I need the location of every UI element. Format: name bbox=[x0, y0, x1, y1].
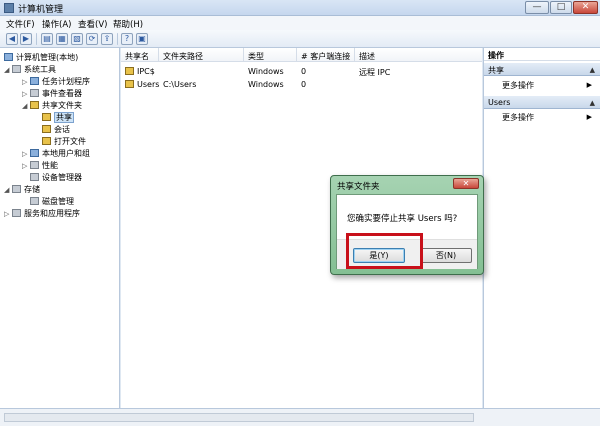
expand-arrow-icon[interactable]: ▷ bbox=[22, 90, 30, 98]
folder-path-cell: C:\Users bbox=[163, 80, 197, 89]
title-bar: 计算机管理 — □ ✕ bbox=[0, 0, 600, 16]
share-folder-icon bbox=[125, 67, 134, 75]
computer-icon bbox=[4, 53, 13, 61]
folder-icon bbox=[42, 113, 51, 121]
tree-item-sessions[interactable]: 会话 bbox=[42, 124, 70, 136]
actions-section-shares[interactable]: 共享 ▲ bbox=[484, 63, 600, 76]
properties-icon[interactable]: ▧ bbox=[71, 33, 83, 45]
description-cell: 远程 IPC bbox=[359, 68, 391, 77]
tree-item-open-files[interactable]: 打开文件 bbox=[42, 136, 86, 148]
type-cell: Windows bbox=[248, 80, 284, 89]
refresh-icon[interactable]: ⟳ bbox=[86, 33, 98, 45]
tree-item-shared-folders[interactable]: ◢ 共享文件夹 bbox=[22, 100, 82, 112]
action-pane-icon[interactable]: ▣ bbox=[136, 33, 148, 45]
menu-action[interactable]: 操作(A) bbox=[42, 18, 71, 30]
tree-item-system-tools[interactable]: ◢ 系统工具 bbox=[4, 64, 56, 76]
column-description[interactable]: 描述 bbox=[355, 48, 482, 62]
tree-item-storage[interactable]: ◢ 存储 bbox=[4, 184, 40, 196]
tree-item-task-scheduler[interactable]: ▷ 任务计划程序 bbox=[22, 76, 90, 88]
collapse-caret-icon[interactable]: ▲ bbox=[590, 99, 595, 107]
up-folder-icon[interactable]: ▤ bbox=[41, 33, 53, 45]
tree-item-computer-management[interactable]: 计算机管理(本地) bbox=[4, 52, 78, 64]
performance-icon bbox=[30, 161, 39, 169]
storage-icon bbox=[12, 185, 21, 193]
menu-help[interactable]: 帮助(H) bbox=[113, 18, 143, 30]
expand-arrow-icon[interactable]: ◢ bbox=[22, 102, 30, 110]
collapse-caret-icon[interactable]: ▲ bbox=[590, 66, 595, 74]
users-icon bbox=[30, 149, 39, 157]
folder-icon bbox=[30, 101, 39, 109]
column-type[interactable]: 类型 bbox=[244, 48, 297, 62]
toolbar-separator bbox=[117, 33, 118, 45]
close-button[interactable]: ✕ bbox=[573, 1, 598, 14]
status-bar bbox=[0, 408, 600, 426]
console-tree: 计算机管理(本地) ◢ 系统工具 ▷ 任务计划程序 ▷ 事件查看器 ◢ 共享文件夹 共享… bbox=[0, 48, 120, 408]
highlight-box bbox=[346, 233, 423, 269]
expand-arrow-icon[interactable]: ▷ bbox=[4, 210, 12, 218]
expand-arrow-icon[interactable]: ◢ bbox=[4, 186, 12, 194]
export-list-icon[interactable]: ⇪ bbox=[101, 33, 113, 45]
table-row[interactable]: IPC$ Windows 0 远程 IPC bbox=[121, 65, 482, 78]
toolbar-separator bbox=[36, 33, 37, 45]
menu-view[interactable]: 查看(V) bbox=[78, 18, 107, 30]
dialog-message: 您确实要停止共享 Users 吗? bbox=[347, 214, 458, 224]
computer-management-icon bbox=[4, 3, 14, 13]
expand-arrow-icon[interactable]: ◢ bbox=[4, 66, 12, 74]
folder-icon bbox=[42, 137, 51, 145]
submenu-arrow-icon: ▶ bbox=[586, 113, 592, 121]
disk-icon bbox=[30, 197, 39, 205]
tree-item-event-viewer[interactable]: ▷ 事件查看器 bbox=[22, 88, 82, 100]
dialog-title: 共享文件夹 bbox=[337, 182, 380, 192]
folder-icon bbox=[42, 125, 51, 133]
tree-item-local-users-groups[interactable]: ▷ 本地用户和组 bbox=[22, 148, 90, 160]
forward-icon[interactable]: ▶ bbox=[20, 33, 32, 45]
menu-bar: 文件(F) 操作(A) 查看(V) 帮助(H) bbox=[0, 16, 600, 30]
toolbar: ◀ ▶ ▤ ▦ ▧ ⟳ ⇪ ? ▣ bbox=[0, 30, 600, 48]
more-actions-link[interactable]: 更多操作 bbox=[502, 112, 534, 123]
expand-arrow-icon[interactable]: ▷ bbox=[22, 150, 30, 158]
minimize-button[interactable]: — bbox=[525, 1, 549, 14]
window-title: 计算机管理 bbox=[18, 5, 64, 15]
tools-icon bbox=[12, 65, 21, 73]
services-icon bbox=[12, 209, 21, 217]
back-icon[interactable]: ◀ bbox=[6, 33, 18, 45]
actions-section-users[interactable]: Users ▲ bbox=[484, 96, 600, 109]
submenu-arrow-icon: ▶ bbox=[586, 81, 592, 89]
table-row[interactable]: Users C:\Users Windows 0 bbox=[121, 78, 482, 91]
device-icon bbox=[30, 173, 39, 181]
show-tree-icon[interactable]: ▦ bbox=[56, 33, 68, 45]
share-folder-icon bbox=[125, 80, 134, 88]
connections-cell: 0 bbox=[301, 67, 307, 76]
more-actions-link[interactable]: 更多操作 bbox=[502, 80, 534, 91]
tree-item-performance[interactable]: ▷ 性能 bbox=[22, 160, 58, 172]
horizontal-scrollbar[interactable] bbox=[4, 413, 474, 422]
actions-header: 操作 bbox=[484, 48, 600, 61]
menu-file[interactable]: 文件(F) bbox=[6, 18, 35, 30]
tree-item-shares[interactable]: 共享 bbox=[42, 112, 74, 124]
connections-cell: 0 bbox=[301, 80, 307, 89]
column-client-connections[interactable]: # 客户端连接 bbox=[297, 48, 355, 62]
maximize-button[interactable]: □ bbox=[550, 1, 572, 14]
expand-arrow-icon[interactable]: ▷ bbox=[22, 78, 30, 86]
help-icon[interactable]: ? bbox=[121, 33, 133, 45]
actions-pane: 操作 共享 ▲ 更多操作 ▶ Users ▲ 更多操作 ▶ bbox=[483, 48, 600, 408]
tree-item-device-manager[interactable]: 设备管理器 bbox=[30, 172, 82, 184]
tree-item-services-applications[interactable]: ▷ 服务和应用程序 bbox=[4, 208, 80, 220]
column-folder-path[interactable]: 文件夹路径 bbox=[159, 48, 244, 62]
no-button[interactable]: 否(N) bbox=[420, 248, 472, 263]
expand-arrow-icon[interactable]: ▷ bbox=[22, 162, 30, 170]
event-icon bbox=[30, 89, 39, 97]
dialog-close-button[interactable]: ✕ bbox=[453, 178, 479, 189]
tree-item-disk-management[interactable]: 磁盘管理 bbox=[30, 196, 74, 208]
type-cell: Windows bbox=[248, 67, 284, 76]
clock-icon bbox=[30, 77, 39, 85]
share-name-cell: IPC$ bbox=[125, 67, 155, 76]
column-share-name[interactable]: 共享名 bbox=[121, 48, 159, 62]
share-name-cell: Users bbox=[125, 80, 159, 89]
